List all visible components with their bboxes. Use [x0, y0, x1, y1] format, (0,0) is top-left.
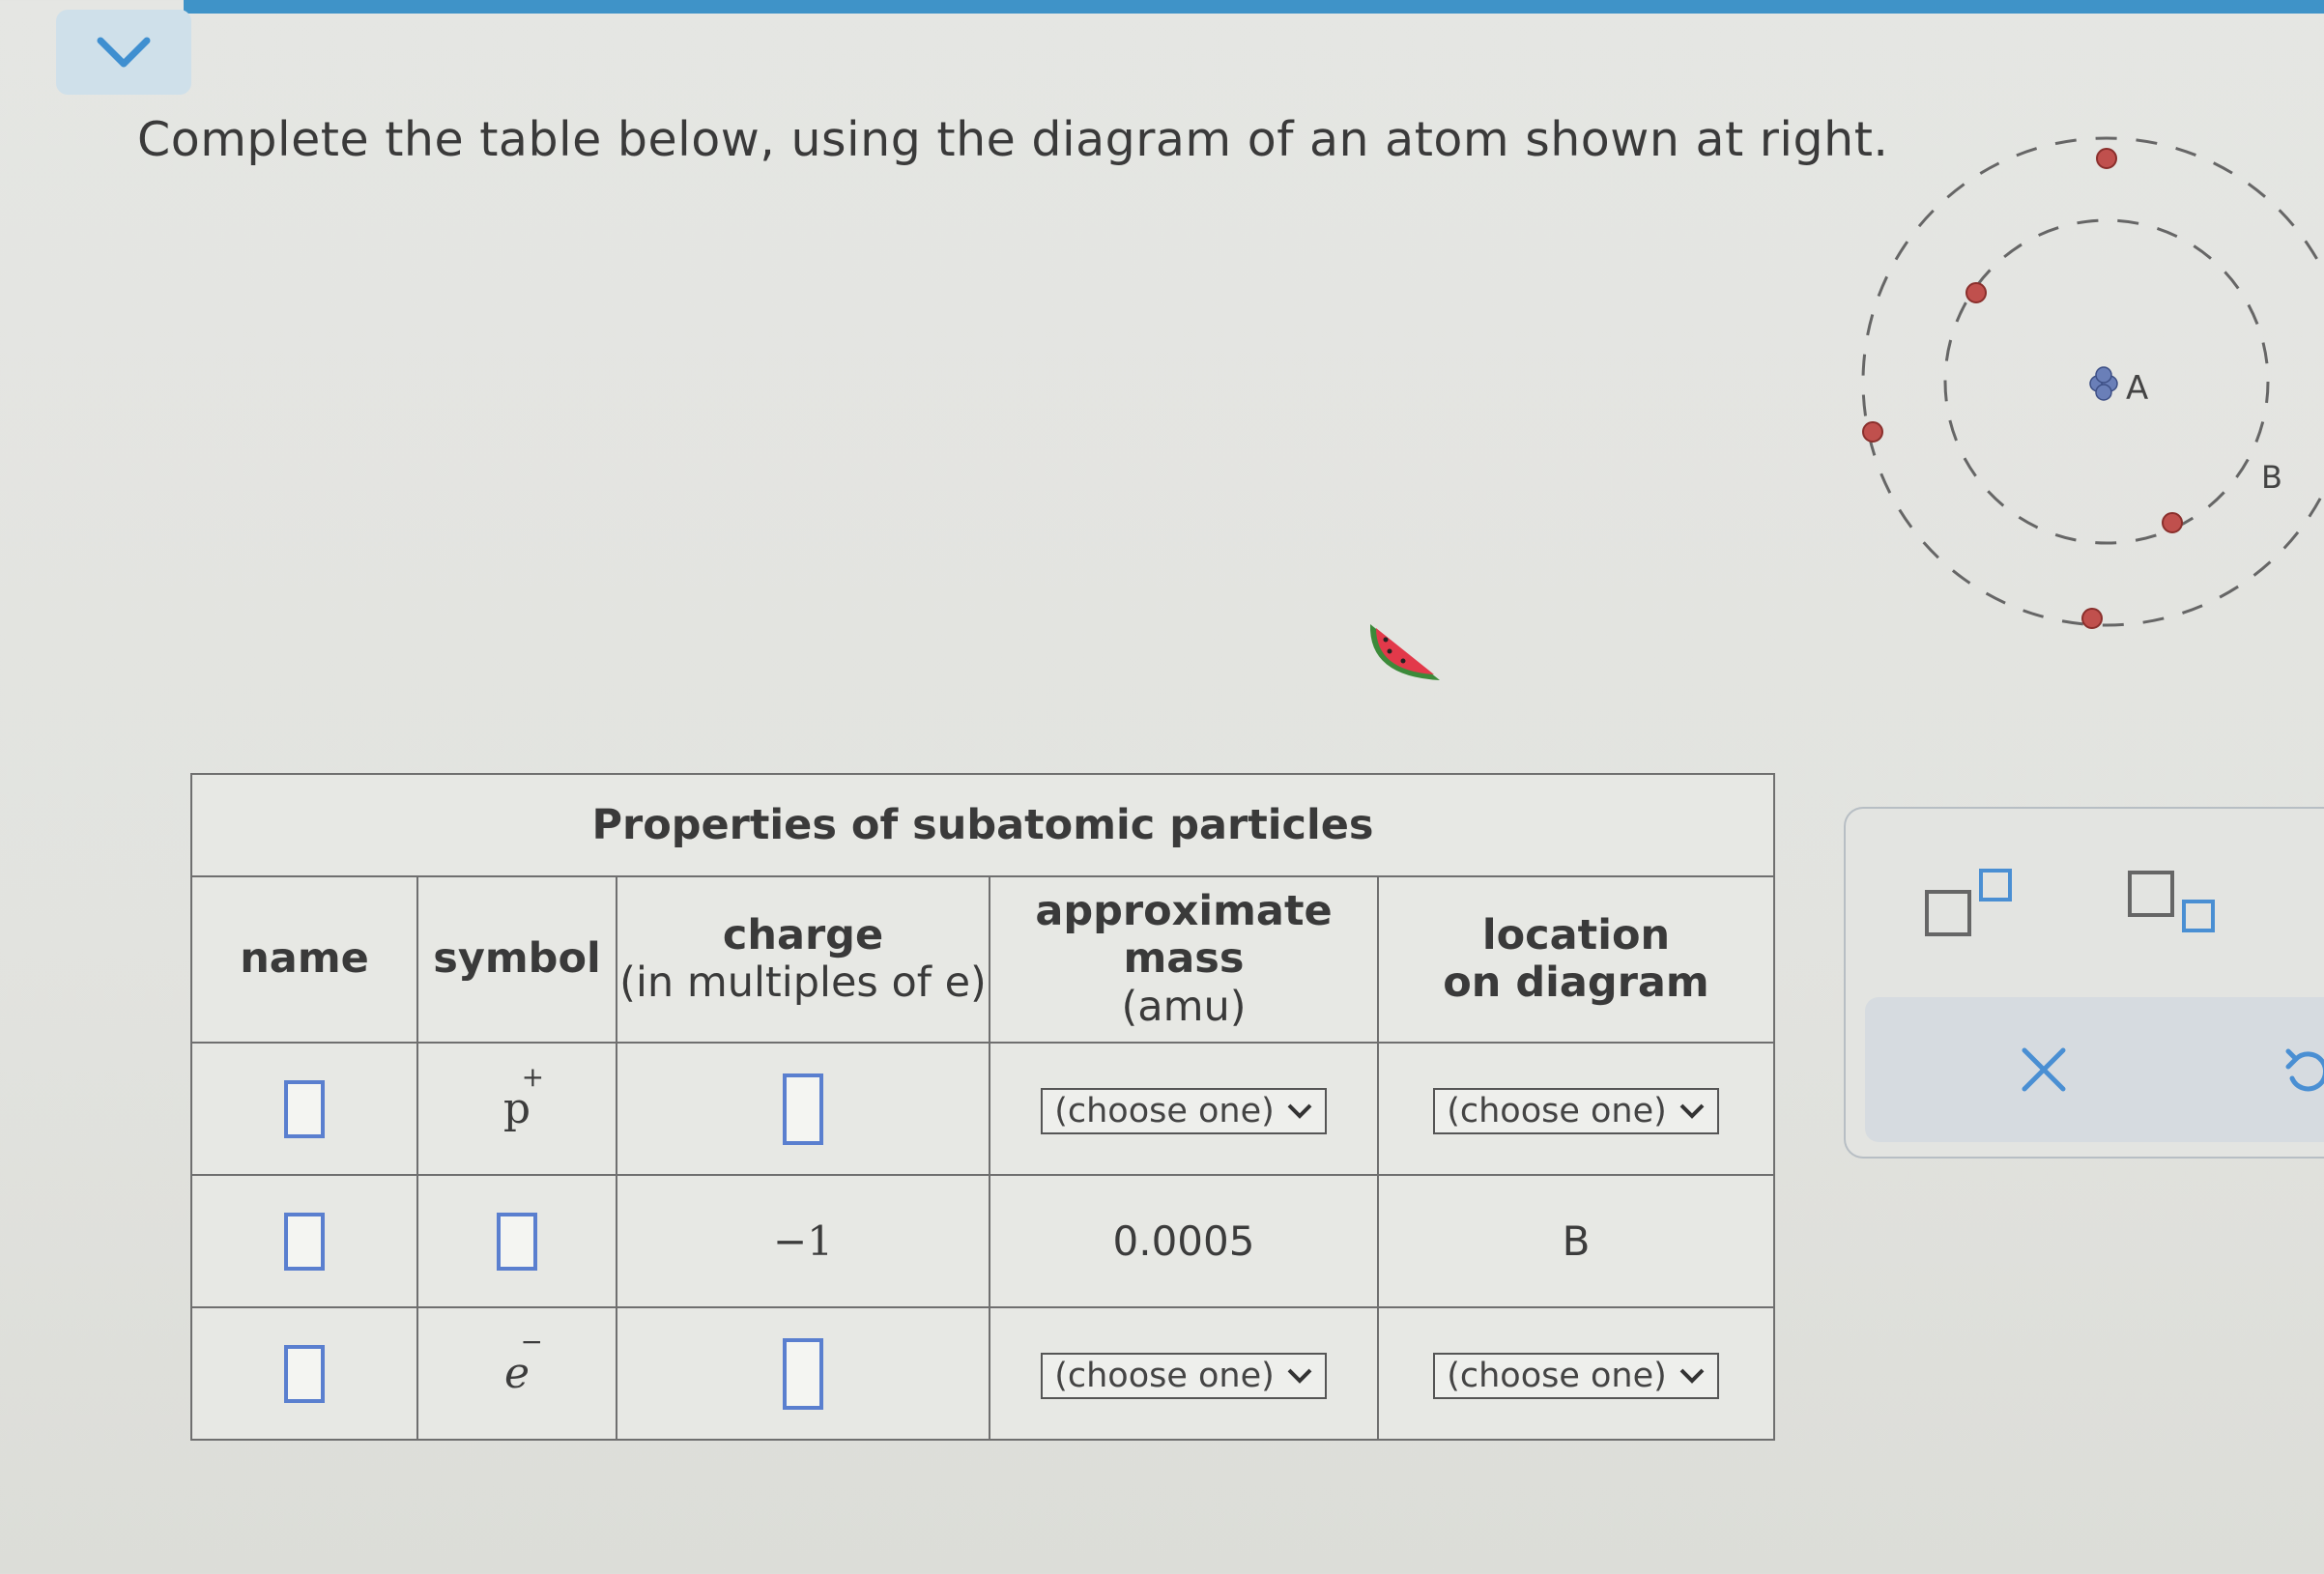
charge-cell — [616, 1042, 990, 1176]
mass-value: 0.0005 — [1112, 1217, 1255, 1265]
table-row: e − (choose one) (choose one) — [190, 1306, 1775, 1441]
charge-input[interactable] — [783, 1073, 823, 1145]
location-cell: (choose one) — [1377, 1042, 1775, 1176]
undo-icon[interactable] — [2281, 1045, 2324, 1100]
header-mass: approximate mass (amu) — [989, 875, 1379, 1044]
chevron-down-icon — [97, 37, 151, 68]
nucleus — [2089, 366, 2118, 401]
charge-input[interactable] — [783, 1337, 823, 1410]
charge-cell — [616, 1306, 990, 1441]
name-cell — [190, 1306, 418, 1441]
table-row: −1 0.0005 B — [190, 1174, 1775, 1308]
mass-select[interactable]: (choose one) — [1041, 1352, 1327, 1399]
symbol-electron: e − — [503, 1326, 544, 1398]
header-charge-sub: (in multiples of e) — [619, 959, 987, 1007]
location-select[interactable]: (choose one) — [1433, 1087, 1719, 1134]
table-row: p + (choose one) (choose one) — [190, 1042, 1775, 1176]
charge-value: −1 — [773, 1217, 833, 1265]
subscript-icon[interactable] — [2126, 867, 2223, 944]
atom-diagram: A B — [1861, 136, 2324, 629]
symbol-cell: p + — [416, 1042, 617, 1176]
chevron-down-icon — [1287, 1103, 1312, 1119]
chevron-down-icon — [1287, 1368, 1312, 1384]
math-toolbox — [1844, 807, 2324, 1159]
symbol-input[interactable] — [497, 1212, 537, 1271]
header-mass-sub: (amu) — [1121, 982, 1247, 1031]
properties-table: Properties of subatomic particles name s… — [190, 773, 1775, 1441]
symbol-cell — [416, 1174, 617, 1308]
header-charge-main: charge — [722, 910, 884, 959]
location-select[interactable]: (choose one) — [1433, 1352, 1719, 1399]
header-location-sub: on diagram — [1443, 959, 1709, 1007]
toolbox-action-bar — [1865, 997, 2324, 1142]
name-input[interactable] — [284, 1212, 325, 1271]
table-caption: Properties of subatomic particles — [190, 773, 1775, 877]
watermelon-icon — [1369, 624, 1440, 680]
superscript-icon[interactable] — [1923, 867, 2020, 944]
symbol-proton: p + — [502, 1061, 545, 1133]
name-input[interactable] — [284, 1079, 325, 1138]
mass-cell: 0.0005 — [989, 1174, 1379, 1308]
mass-cell: (choose one) — [989, 1042, 1379, 1176]
question-prompt: Complete the table below, using the diag… — [137, 112, 1889, 167]
header-location-main: location — [1481, 910, 1671, 959]
header-symbol: symbol — [416, 875, 617, 1044]
header-mass-main: approximate mass — [1035, 886, 1333, 984]
location-cell: (choose one) — [1377, 1306, 1775, 1441]
charge-cell: −1 — [616, 1174, 990, 1308]
chevron-down-icon — [1679, 1103, 1705, 1119]
header-name: name — [190, 875, 418, 1044]
label-a: A — [2126, 369, 2148, 408]
name-cell — [190, 1042, 418, 1176]
location-value: B — [1562, 1217, 1591, 1265]
symbol-cell: e − — [416, 1306, 617, 1441]
name-cell — [190, 1174, 418, 1308]
top-accent-bar — [184, 0, 2324, 14]
mass-select[interactable]: (choose one) — [1041, 1087, 1327, 1134]
header-location: location on diagram — [1377, 875, 1775, 1044]
clear-icon[interactable] — [2020, 1045, 2068, 1094]
label-b: B — [2261, 459, 2282, 496]
header-charge: charge (in multiples of e) — [616, 875, 990, 1044]
mass-cell: (choose one) — [989, 1306, 1379, 1441]
chevron-down-icon — [1679, 1368, 1705, 1384]
collapse-button[interactable] — [56, 10, 191, 95]
location-cell: B — [1377, 1174, 1775, 1308]
name-input[interactable] — [284, 1344, 325, 1403]
